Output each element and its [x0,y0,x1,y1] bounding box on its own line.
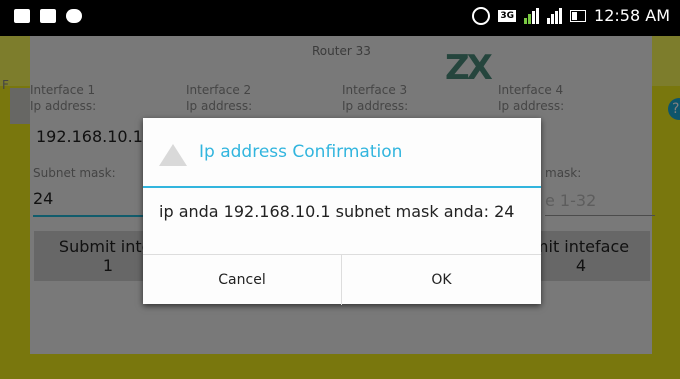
clock: 12:58 AM [594,6,670,25]
network-type-badge: 3G [498,9,517,22]
chat-notification-icon [40,9,56,23]
cancel-button[interactable]: Cancel [143,255,342,305]
line-notification-icon [66,9,82,23]
image-notification-icon [14,9,30,23]
ok-button[interactable]: OK [342,255,541,305]
confirmation-dialog: Ip address Confirmation ip anda 192.168.… [143,118,541,305]
battery-icon [570,9,587,22]
dialog-buttons: Cancel OK [143,254,541,305]
signal-strength-2-icon [547,7,563,24]
signal-strength-icon [524,7,540,24]
status-bar: 3G 12:58 AM [0,0,680,36]
dialog-title: Ip address Confirmation [199,142,403,162]
dialog-header: Ip address Confirmation [143,118,541,188]
alarm-icon [472,6,491,25]
dialog-message: ip anda 192.168.10.1 subnet mask anda: 2… [159,202,515,221]
warning-icon [159,144,187,166]
